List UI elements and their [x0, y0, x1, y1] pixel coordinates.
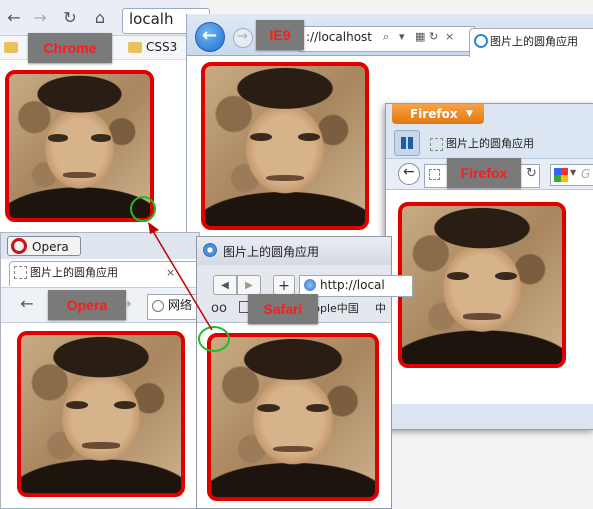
ie9-tab-title: 图片上的圆角应用	[490, 35, 578, 48]
safari-bookmark-more[interactable]: 中	[375, 300, 386, 316]
search-icon[interactable]: ⌕	[383, 30, 389, 44]
chrome-toolbar: ← → ↻ ⌂ localh	[0, 0, 210, 36]
folder-icon[interactable]	[4, 42, 18, 53]
opera-tab-title: 图片上的圆角应用	[30, 266, 118, 279]
opera-menu-button[interactable]: Opera	[7, 236, 81, 256]
chrome-home-button[interactable]: ⌂	[88, 8, 112, 28]
safari-bookmark-apple[interactable]: pple中国	[313, 300, 359, 316]
ie9-address-text: ://localhost	[306, 30, 372, 44]
dropdown-icon[interactable]: ▾	[399, 30, 405, 43]
photo-eye	[90, 134, 111, 142]
firefox-search-bar[interactable]: ▼ G	[550, 164, 593, 186]
compat-icon[interactable]: ▦	[415, 30, 425, 43]
ie9-toolbar: ← → ://localhost ⌕ ▾ ▦ ↻ × 图片上的圆角应用	[187, 14, 593, 57]
chrome-rounded-photo	[5, 70, 154, 222]
ie9-rounded-photo	[201, 62, 369, 230]
opera-label: Opera	[48, 290, 126, 320]
firefox-rounded-photo	[398, 202, 566, 368]
safari-titlebar: 图片上的圆角应用	[197, 237, 391, 265]
safari-window-title: 图片上的圆角应用	[223, 245, 320, 259]
chrome-highlight-circle	[130, 196, 156, 222]
firefox-back-button[interactable]: ←	[398, 163, 420, 185]
ie9-label: IE9	[256, 20, 304, 50]
opera-address-prefix: 网络	[168, 298, 193, 312]
chrome-back-button[interactable]: ←	[2, 8, 26, 28]
photo-eye	[48, 134, 69, 142]
page-icon	[429, 169, 440, 180]
chrome-label: Chrome	[28, 33, 112, 63]
photo-mouth	[81, 442, 121, 449]
ie-logo-icon	[474, 34, 488, 48]
opera-logo-icon	[11, 238, 27, 254]
google-search-hint: G	[581, 167, 591, 181]
grid-icon	[401, 137, 413, 149]
photo-mouth	[62, 171, 97, 178]
photo-eye	[446, 272, 470, 281]
chrome-reload-button[interactable]: ↻	[58, 8, 82, 28]
chevron-down-icon: ▼	[570, 168, 577, 177]
forward-arrow-icon: →	[237, 29, 248, 44]
firefox-app-tab[interactable]	[394, 130, 420, 156]
photo-mouth	[462, 313, 502, 320]
safari-add-button[interactable]: +	[273, 275, 295, 295]
safari-window: 图片上的圆角应用 ◀ ▶ + http://local oo pple中国 中	[196, 236, 413, 509]
photo-eye	[113, 401, 137, 410]
ie9-forward-button[interactable]: →	[233, 28, 253, 48]
close-icon[interactable]: ×	[166, 262, 175, 284]
safari-label: Safari	[248, 294, 318, 324]
safari-rounded-photo	[207, 333, 379, 501]
ie9-tab[interactable]: 图片上的圆角应用	[469, 28, 593, 57]
photo-eye	[256, 404, 280, 413]
firefox-window: Firefox ▼ 图片上的圆角应用 ← ↻ ▼ G	[385, 103, 593, 430]
refresh-icon[interactable]: ↻	[429, 30, 438, 43]
opera-titlebar: Opera	[1, 233, 199, 259]
firefox-label: Firefox	[447, 158, 521, 188]
chrome-forward-button[interactable]: →	[28, 8, 52, 28]
photo-mouth	[273, 445, 313, 453]
google-icon	[554, 168, 568, 182]
opera-tab[interactable]: 图片上的圆角应用 ×	[9, 261, 203, 286]
reading-glasses-icon[interactable]: oo	[211, 301, 227, 316]
firefox-tab-title: 图片上的圆角应用	[446, 137, 534, 150]
back-arrow-icon: ←	[403, 164, 415, 180]
safari-logo-icon	[203, 243, 217, 257]
photo-eye	[65, 401, 89, 410]
opera-window: Opera 图片上的圆角应用 × ← → 网络	[0, 232, 207, 509]
page-icon	[14, 266, 27, 279]
opera-rounded-photo	[17, 331, 185, 497]
back-arrow-icon: ←	[202, 25, 218, 46]
photo-mouth	[265, 174, 305, 182]
safari-forward-button[interactable]: ▶	[237, 275, 261, 295]
firefox-tab[interactable]: 图片上的圆角应用	[426, 132, 593, 156]
photo-eye	[249, 133, 273, 142]
safari-back-button[interactable]: ◀	[213, 275, 237, 295]
chrome-bookmark-css3[interactable]: CSS3	[146, 40, 177, 54]
safari-highlight-circle	[198, 326, 230, 352]
ie9-back-button[interactable]: ←	[195, 22, 225, 52]
refresh-icon[interactable]: ↻	[526, 166, 537, 181]
page-icon	[430, 138, 443, 151]
photo-eye	[306, 404, 330, 413]
globe-icon	[304, 279, 316, 291]
firefox-content	[386, 190, 593, 404]
firefox-status-bar	[386, 404, 593, 428]
chrome-address-text: localh	[129, 10, 174, 28]
firefox-menu-button[interactable]: Firefox ▼	[392, 104, 484, 124]
safari-address-text: http://local	[320, 278, 385, 292]
photo-eye	[297, 133, 321, 142]
chevron-down-icon: ▼	[466, 109, 473, 119]
globe-icon	[152, 300, 164, 312]
folder-icon[interactable]	[128, 42, 142, 53]
close-icon[interactable]: ×	[445, 30, 454, 43]
photo-eye	[494, 272, 518, 281]
opera-back-button[interactable]: ←	[15, 294, 39, 314]
